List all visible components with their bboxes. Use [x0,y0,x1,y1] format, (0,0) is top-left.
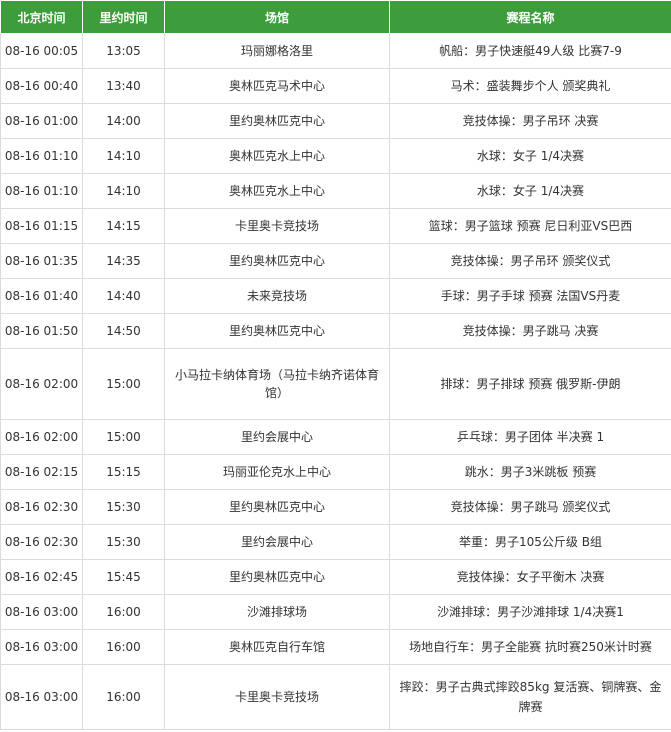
table-row: 08-16 01:40 14:40 未来竞技场 手球：男子手球 预赛 法国VS丹麦 [0,278,671,314]
cell-event-name: 竞技体操：男子跳马 颁奖仪式 [389,489,671,525]
table-row: 08-16 01:10 14:10 奥林匹克水上中心 水球：女子 1/4决赛 [0,138,671,174]
cell-rio-time: 14:50 [82,313,165,349]
cell-beijing-time: 08-16 02:00 [0,348,83,420]
cell-beijing-time: 08-16 03:00 [0,664,83,730]
cell-venue: 奥林匹克水上中心 [164,173,390,209]
cell-beijing-time: 08-16 00:40 [0,68,83,104]
cell-beijing-time: 08-16 01:40 [0,278,83,314]
cell-event-name: 水球：女子 1/4决赛 [389,138,671,174]
cell-rio-time: 13:05 [82,33,165,69]
table-header: 北京时间 里约时间 场馆 赛程名称 [0,0,671,34]
cell-event-name: 手球：男子手球 预赛 法国VS丹麦 [389,278,671,314]
cell-beijing-time: 08-16 02:15 [0,454,83,490]
cell-event-name: 沙滩排球：男子沙滩排球 1/4决赛1 [389,594,671,630]
cell-rio-time: 15:00 [82,419,165,455]
cell-event-name: 竞技体操：男子吊环 颁奖仪式 [389,243,671,279]
cell-rio-time: 14:10 [82,138,165,174]
cell-event-name: 竞技体操：女子平衡木 决赛 [389,559,671,595]
table-row: 08-16 02:30 15:30 里约会展中心 举重：男子105公斤级 B组 [0,524,671,560]
cell-venue: 里约奥林匹克中心 [164,243,390,279]
cell-event-name: 摔跤：男子古典式摔跤85kg 复活赛、铜牌赛、金牌赛 [389,664,671,730]
cell-beijing-time: 08-16 01:00 [0,103,83,139]
cell-event-name: 帆船：男子快速艇49人级 比赛7-9 [389,33,671,69]
table-row: 08-16 01:10 14:10 奥林匹克水上中心 水球：女子 1/4决赛 [0,173,671,209]
cell-rio-time: 14:35 [82,243,165,279]
cell-venue: 卡里奥卡竞技场 [164,664,390,730]
table-row: 08-16 02:00 15:00 里约会展中心 乒乓球：男子团体 半决赛 1 [0,419,671,455]
cell-beijing-time: 08-16 02:00 [0,419,83,455]
cell-venue: 玛丽娜格洛里 [164,33,390,69]
cell-venue: 里约奥林匹克中心 [164,489,390,525]
cell-beijing-time: 08-16 01:50 [0,313,83,349]
cell-rio-time: 14:40 [82,278,165,314]
cell-rio-time: 14:10 [82,173,165,209]
cell-venue: 沙滩排球场 [164,594,390,630]
cell-beijing-time: 08-16 01:35 [0,243,83,279]
header-event-name: 赛程名称 [389,0,671,34]
header-rio-time: 里约时间 [82,0,165,34]
cell-rio-time: 16:00 [82,664,165,730]
cell-venue: 小马拉卡纳体育场（马拉卡纳齐诺体育馆） [164,348,390,420]
cell-beijing-time: 08-16 03:00 [0,594,83,630]
cell-rio-time: 15:30 [82,489,165,525]
cell-beijing-time: 08-16 00:05 [0,33,83,69]
cell-event-name: 乒乓球：男子团体 半决赛 1 [389,419,671,455]
table-row: 08-16 03:00 16:00 沙滩排球场 沙滩排球：男子沙滩排球 1/4决赛1 [0,594,671,630]
table-row: 08-16 03:00 16:00 奥林匹克自行车馆 场地自行车：男子全能赛 抗时赛2… [0,629,671,665]
table-row: 08-16 02:15 15:15 玛丽亚伦克水上中心 跳水：男子3米跳板 预赛 [0,454,671,490]
cell-event-name: 竞技体操：男子跳马 决赛 [389,313,671,349]
cell-venue: 里约会展中心 [164,419,390,455]
cell-beijing-time: 08-16 02:45 [0,559,83,595]
cell-event-name: 跳水：男子3米跳板 预赛 [389,454,671,490]
cell-event-name: 篮球：男子篮球 预赛 尼日利亚VS巴西 [389,208,671,244]
cell-event-name: 水球：女子 1/4决赛 [389,173,671,209]
cell-beijing-time: 08-16 01:10 [0,138,83,174]
cell-rio-time: 15:45 [82,559,165,595]
cell-rio-time: 15:00 [82,348,165,420]
cell-event-name: 举重：男子105公斤级 B组 [389,524,671,560]
schedule-table: 北京时间 里约时间 场馆 赛程名称 08-16 00:05 13:05 玛丽娜格洛里… [0,0,671,730]
cell-venue: 里约奥林匹克中心 [164,313,390,349]
table-row: 08-16 01:35 14:35 里约奥林匹克中心 竞技体操：男子吊环 颁奖仪式 [0,243,671,279]
table-row: 08-16 02:45 15:45 里约奥林匹克中心 竞技体操：女子平衡木 决赛 [0,559,671,595]
cell-event-name: 竞技体操：男子吊环 决赛 [389,103,671,139]
table-row: 08-16 02:30 15:30 里约奥林匹克中心 竞技体操：男子跳马 颁奖仪式 [0,489,671,525]
cell-beijing-time: 08-16 02:30 [0,489,83,525]
cell-event-name: 马术：盛装舞步个人 颁奖典礼 [389,68,671,104]
cell-rio-time: 16:00 [82,594,165,630]
cell-rio-time: 13:40 [82,68,165,104]
cell-rio-time: 14:00 [82,103,165,139]
cell-rio-time: 15:15 [82,454,165,490]
cell-event-name: 场地自行车：男子全能赛 抗时赛250米计时赛 [389,629,671,665]
cell-beijing-time: 08-16 01:15 [0,208,83,244]
table-row: 08-16 00:40 13:40 奥林匹克马术中心 马术：盛装舞步个人 颁奖典礼 [0,68,671,104]
cell-venue: 奥林匹克马术中心 [164,68,390,104]
cell-rio-time: 14:15 [82,208,165,244]
cell-venue: 里约奥林匹克中心 [164,103,390,139]
cell-beijing-time: 08-16 03:00 [0,629,83,665]
cell-venue: 玛丽亚伦克水上中心 [164,454,390,490]
cell-venue: 未来竞技场 [164,278,390,314]
table-row: 08-16 01:50 14:50 里约奥林匹克中心 竞技体操：男子跳马 决赛 [0,313,671,349]
cell-venue: 奥林匹克自行车馆 [164,629,390,665]
table-row: 08-16 03:00 16:00 卡里奥卡竞技场 摔跤：男子古典式摔跤85kg 复活… [0,664,671,730]
cell-beijing-time: 08-16 02:30 [0,524,83,560]
table-row: 08-16 01:15 14:15 卡里奥卡竞技场 篮球：男子篮球 预赛 尼日利亚VS… [0,208,671,244]
cell-event-name: 排球：男子排球 预赛 俄罗斯-伊朗 [389,348,671,420]
cell-rio-time: 16:00 [82,629,165,665]
header-row: 北京时间 里约时间 场馆 赛程名称 [0,0,671,34]
cell-venue: 奥林匹克水上中心 [164,138,390,174]
table-row: 08-16 01:00 14:00 里约奥林匹克中心 竞技体操：男子吊环 决赛 [0,103,671,139]
table-row: 08-16 02:00 15:00 小马拉卡纳体育场（马拉卡纳齐诺体育馆） 排球：男子… [0,348,671,420]
header-beijing-time: 北京时间 [0,0,83,34]
cell-venue: 里约会展中心 [164,524,390,560]
table-body: 08-16 00:05 13:05 玛丽娜格洛里 帆船：男子快速艇49人级 比赛7-9… [0,33,671,730]
table-row: 08-16 00:05 13:05 玛丽娜格洛里 帆船：男子快速艇49人级 比赛7-9 [0,33,671,69]
cell-venue: 卡里奥卡竞技场 [164,208,390,244]
header-venue: 场馆 [164,0,390,34]
cell-venue: 里约奥林匹克中心 [164,559,390,595]
cell-beijing-time: 08-16 01:10 [0,173,83,209]
cell-rio-time: 15:30 [82,524,165,560]
